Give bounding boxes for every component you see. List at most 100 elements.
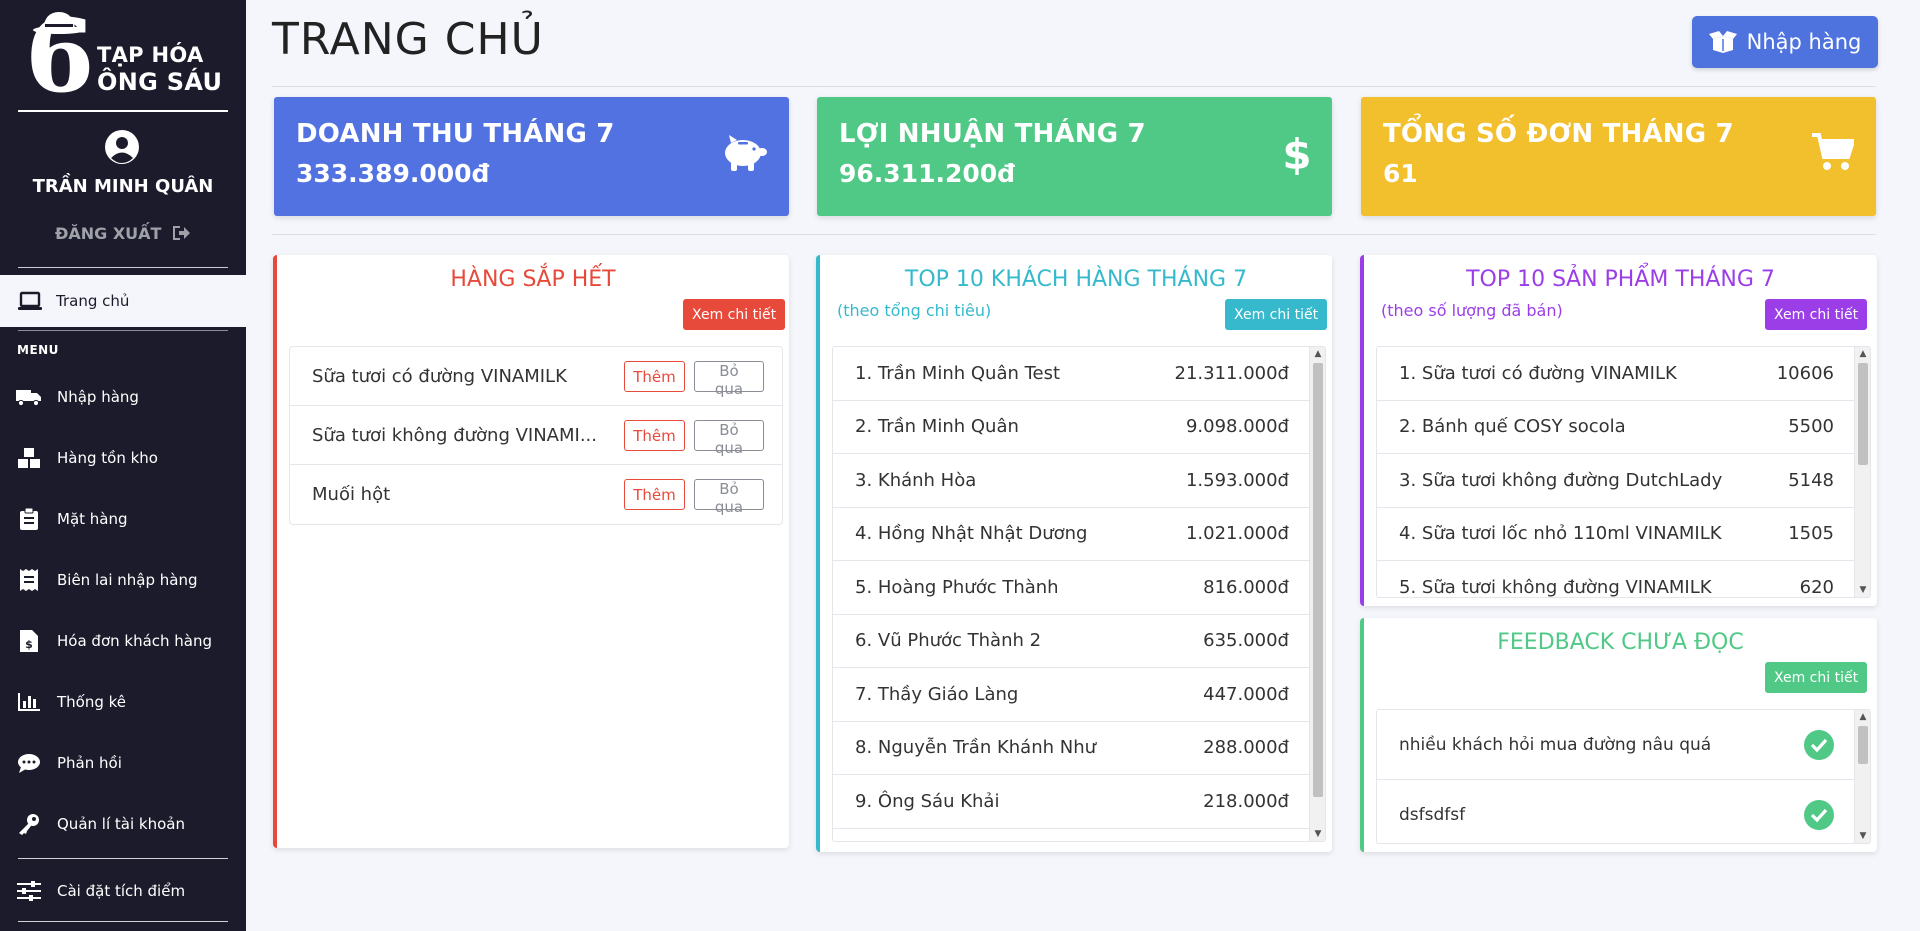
product-qty: 5148 [1788,469,1834,491]
table-row: 5. Sữa tươi không đường VINAMILK 620 [1377,561,1856,598]
product-qty: 5500 [1788,416,1834,438]
invoice-dollar-icon: $ [16,629,42,653]
table-row: 4. Hồng Nhật Nhật Dương 1.021.000đ [833,508,1311,561]
table-row: 1. Trần Minh Quân Test 21.311.000đ [833,347,1311,401]
list-item: Muối hột Thêm Bỏ qua [290,465,782,524]
svg-text:$: $ [25,638,33,651]
top-products-rows: 1. Sữa tươi có đường VINAMILK 10606 2. Bá… [1377,347,1856,598]
sidebar-item-import[interactable]: Nhập hàng [0,366,246,427]
user-circle-icon [105,130,139,164]
skip-button[interactable]: Bỏ qua [694,361,764,398]
panel-title: HÀNG SẮP HẾT [450,267,616,292]
scroll-up-arrow[interactable]: ▲ [1310,349,1325,359]
sidebar-item-products[interactable]: Mặt hàng [0,488,246,549]
sidebar-item-invoices[interactable]: $ Hóa đơn khách hàng [0,610,246,671]
customer-name: 1. Trần Minh Quân Test [855,362,1061,384]
panel-title: TOP 10 SẢN PHẨM THÁNG 7 [1466,267,1775,292]
sliders-icon [16,879,42,903]
skip-button[interactable]: Bỏ qua [694,420,764,457]
customer-spend: 9.098.000đ [1185,416,1289,438]
feedback-text: dsfsdfsf [1399,804,1466,825]
table-row: 4. Sữa tươi lốc nhỏ 110ml VINAMILK 1505 [1377,508,1856,561]
item-name: Muối hột [312,484,391,505]
table-row: 6. Vũ Phước Thành 2 635.000đ [833,615,1311,668]
sidebar-item-label: Biên lai nhập hàng [57,570,198,589]
add-button[interactable]: Thêm [624,361,685,392]
sidebar-item-label: Mặt hàng [57,509,128,528]
sidebar-item-points-settings[interactable]: Cài đặt tích điểm [0,860,246,921]
check-circle-icon[interactable] [1804,799,1834,830]
sidebar-item-accounts[interactable]: Quản lí tài khoản [0,793,246,854]
sidebar-item-home[interactable]: Trang chủ [0,275,246,327]
top-customers-rows: 1. Trần Minh Quân Test 21.311.000đ 2. Trầ… [833,347,1311,829]
dollar-icon: $ [1284,133,1310,177]
logo-text: TẠP HÓA ÔNG SÁU [97,42,222,96]
low-stock-list: Sữa tươi có đường VINAMILK Thêm Bỏ qua S… [289,346,783,525]
product-qty: 1505 [1788,523,1834,545]
sidebar-item-import-receipts[interactable]: Biên lai nhập hàng [0,549,246,610]
user-name: TRẦN MINH QUÂN [32,176,214,197]
scroll-down-arrow[interactable]: ▼ [1310,829,1325,839]
top-customers-detail-button[interactable]: Xem chi tiết [1225,299,1328,330]
check-circle-icon[interactable] [1804,729,1834,760]
low-stock-detail-button[interactable]: Xem chi tiết [683,299,786,330]
scroll-down-arrow[interactable]: ▼ [1855,585,1870,595]
feedback-list: nhiều khách hỏi mua đường nâu quá dsfsdf… [1376,709,1871,844]
sidebar-item-label: Trang chủ [56,292,130,310]
scroll-up-arrow[interactable]: ▲ [1855,712,1870,722]
scrollbar[interactable]: ▲ ▼ [1854,710,1870,843]
nav-divider [18,858,228,859]
scrollbar-thumb[interactable] [1313,363,1323,797]
customer-name: 4. Hồng Nhật Nhật Dương [855,523,1088,545]
top-products-detail-button[interactable]: Xem chi tiết [1765,299,1868,330]
scrollbar[interactable]: ▲ ▼ [1309,347,1325,841]
customer-spend: 21.311.000đ [1174,362,1290,384]
page-title: TRANG CHỦ [272,14,544,65]
sidebar-menu: Nhập hàng Hàng tồn kho Mặt hàng Biên lai… [0,366,246,854]
scrollbar[interactable]: ▲ ▼ [1854,347,1870,597]
hat-icon [33,12,85,34]
sidebar-item-label: Hàng tồn kho [57,448,158,467]
customer-spend: 218.000đ [1203,790,1289,812]
product-qty: 620 [1799,576,1834,598]
add-button[interactable]: Thêm [624,420,685,451]
top-products-list: 1. Sữa tươi có đường VINAMILK 10606 2. Bá… [1376,346,1871,598]
customer-name: 5. Hoàng Phước Thành [855,576,1059,598]
scroll-down-arrow[interactable]: ▼ [1855,831,1870,841]
table-row: 9. Ông Sáu Khải 218.000đ [833,775,1311,829]
scrollbar-thumb[interactable] [1858,726,1868,764]
scrollbar-thumb[interactable] [1858,363,1868,465]
sidebar-item-label: Nhập hàng [57,387,139,406]
sidebar-item-statistics[interactable]: Thống kê [0,671,246,732]
feedback-detail-button[interactable]: Xem chi tiết [1765,662,1868,693]
sidebar-item-feedback[interactable]: Phản hồi [0,732,246,793]
table-row: 3. Khánh Hòa 1.593.000đ [833,454,1311,508]
list-item: dsfsdfsf [1377,780,1856,843]
box-open-icon [1708,31,1737,53]
sign-out-icon [173,226,191,240]
stat-card-orders: TỔNG SỐ ĐƠN THÁNG 7 61 [1361,97,1876,216]
stat-value: 96.311.200đ [839,159,1016,188]
add-button[interactable]: Thêm [624,479,685,510]
panel-title: TOP 10 KHÁCH HÀNG THÁNG 7 [904,267,1248,292]
table-row: 1. Sữa tươi có đường VINAMILK 10606 [1377,347,1856,401]
skip-button[interactable]: Bỏ qua [694,479,764,516]
stat-label: TỔNG SỐ ĐƠN THÁNG 7 [1383,119,1734,149]
customer-spend: 816.000đ [1203,576,1289,598]
table-row: 2. Trần Minh Quân 9.098.000đ [833,401,1311,454]
product-name: 5. Sữa tươi không đường VINAMILK [1399,576,1712,598]
comment-icon [16,751,42,775]
sidebar-item-inventory[interactable]: Hàng tồn kho [0,427,246,488]
panel-title: FEEDBACK CHƯA ĐỌC [1497,630,1744,655]
item-name: Sữa tươi có đường VINAMILK [312,365,567,387]
import-goods-button[interactable]: Nhập hàng [1692,16,1878,68]
sidebar-profile: 6 TẠP HÓA ÔNG SÁU TRẦN MINH QUÂN ĐĂNG XU… [0,0,246,270]
stat-label: DOANH THU THÁNG 7 [296,119,615,149]
panel-subtitle: (theo tổng chi tiêu) [837,301,992,320]
logout-link[interactable]: ĐĂNG XUẤT [0,224,246,243]
customer-name: 2. Trần Minh Quân [855,416,1019,438]
logo-line-1: TẠP HÓA [97,43,204,67]
list-item: nhiều khách hỏi mua đường nâu quá [1377,710,1856,780]
scroll-up-arrow[interactable]: ▲ [1855,349,1870,359]
product-qty: 10606 [1776,362,1834,384]
